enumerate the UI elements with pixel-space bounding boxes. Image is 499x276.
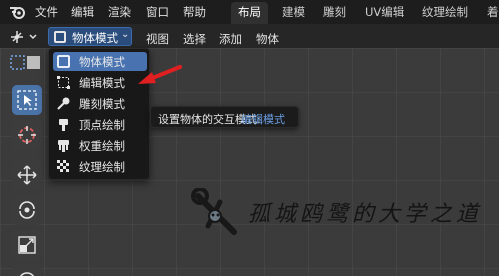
cursor-icon bbox=[18, 126, 36, 144]
transform-orientation-button[interactable] bbox=[8, 28, 42, 46]
texture-paint-icon bbox=[57, 160, 69, 172]
cube-icon bbox=[57, 55, 70, 68]
menu-item-sculpt-mode[interactable]: 雕刻模式 bbox=[53, 94, 147, 113]
menu-window[interactable]: 窗口 bbox=[146, 4, 169, 20]
menu-add[interactable]: 添加 bbox=[219, 31, 242, 47]
blender-logo-icon[interactable] bbox=[9, 4, 26, 20]
move-tool-button[interactable] bbox=[12, 160, 42, 190]
menu-item-vertex-paint[interactable]: 顶点绘制 bbox=[53, 115, 147, 134]
interaction-mode-menu: 物体模式 编辑模式 雕刻模式 顶点绘制 权重绘制 纹理绘制 bbox=[48, 48, 150, 180]
menu-item-object-mode[interactable]: 物体模式 bbox=[53, 52, 147, 71]
select-box-icon bbox=[17, 90, 37, 110]
scale-tool-button[interactable] bbox=[12, 230, 42, 260]
menu-help[interactable]: 帮助 bbox=[183, 4, 206, 20]
menu-edit[interactable]: 编辑 bbox=[71, 4, 94, 20]
menu-file[interactable]: 文件 bbox=[35, 4, 58, 20]
menu-item-label: 权重绘制 bbox=[79, 139, 125, 153]
menu-item-label: 纹理绘制 bbox=[79, 160, 125, 174]
sculpt-brush-icon bbox=[57, 97, 70, 110]
mode-label: 物体模式 bbox=[72, 31, 118, 45]
menu-view[interactable]: 视图 bbox=[146, 31, 169, 47]
interaction-mode-dropdown[interactable]: 物体模式 ⌄ bbox=[48, 27, 132, 46]
red-arrow-annotation-icon bbox=[138, 65, 182, 84]
tab-sculpting[interactable]: 雕刻 bbox=[323, 4, 346, 20]
tab-modeling[interactable]: 建模 bbox=[282, 4, 305, 20]
menu-render[interactable]: 渲染 bbox=[108, 4, 131, 20]
transform-gizmo-icon bbox=[11, 31, 37, 43]
menu-item-label: 编辑模式 bbox=[79, 76, 125, 90]
transform-icon bbox=[19, 272, 35, 276]
tab-uv-editing[interactable]: UV编辑 bbox=[365, 4, 404, 20]
select-tool-button[interactable] bbox=[12, 85, 42, 115]
move-icon bbox=[17, 165, 37, 185]
wrench-mascot-watermark-icon bbox=[191, 188, 237, 235]
chevron-down-icon: ⌄ bbox=[121, 29, 130, 40]
menu-item-label: 雕刻模式 bbox=[79, 97, 125, 111]
menu-item-edit-mode[interactable]: 编辑模式 bbox=[53, 73, 147, 92]
edit-mesh-icon bbox=[57, 76, 70, 89]
rotate-tool-button[interactable] bbox=[12, 195, 42, 225]
tab-texture-paint[interactable]: 纹理绘制 bbox=[422, 4, 468, 20]
viewport-header: 物体模式 ⌄ 视图 选择 添加 物体 bbox=[0, 24, 499, 48]
top-menu-bar: 文件 编辑 渲染 窗口 帮助 布局 建模 雕刻 UV编辑 纹理绘制 着 bbox=[0, 0, 499, 24]
menu-item-label: 顶点绘制 bbox=[79, 118, 125, 132]
scale-icon bbox=[18, 236, 36, 254]
cube-icon bbox=[54, 31, 66, 43]
menu-item-weight-paint[interactable]: 权重绘制 bbox=[53, 136, 147, 155]
watermark-text: 孤城鸥鹭的大学之道 bbox=[248, 202, 483, 227]
mode-tooltip: 设置物体的交互模式: 编辑模式 bbox=[150, 106, 299, 128]
tooltip-highlight: 编辑模式 bbox=[241, 113, 285, 126]
rotate-icon bbox=[19, 201, 35, 219]
weight-paint-icon bbox=[58, 140, 69, 152]
transform-tool-button[interactable] bbox=[12, 264, 42, 276]
menu-item-texture-paint[interactable]: 纹理绘制 bbox=[53, 157, 147, 176]
tab-layout[interactable]: 布局 bbox=[231, 2, 268, 24]
menu-select[interactable]: 选择 bbox=[183, 31, 206, 47]
menu-item-label: 物体模式 bbox=[79, 55, 125, 69]
cursor-tool-button[interactable] bbox=[12, 120, 42, 150]
menu-object[interactable]: 物体 bbox=[256, 31, 279, 47]
tool-shelf bbox=[0, 48, 48, 276]
vertex-paint-icon bbox=[59, 119, 68, 131]
tab-shading[interactable]: 着 bbox=[487, 4, 499, 20]
